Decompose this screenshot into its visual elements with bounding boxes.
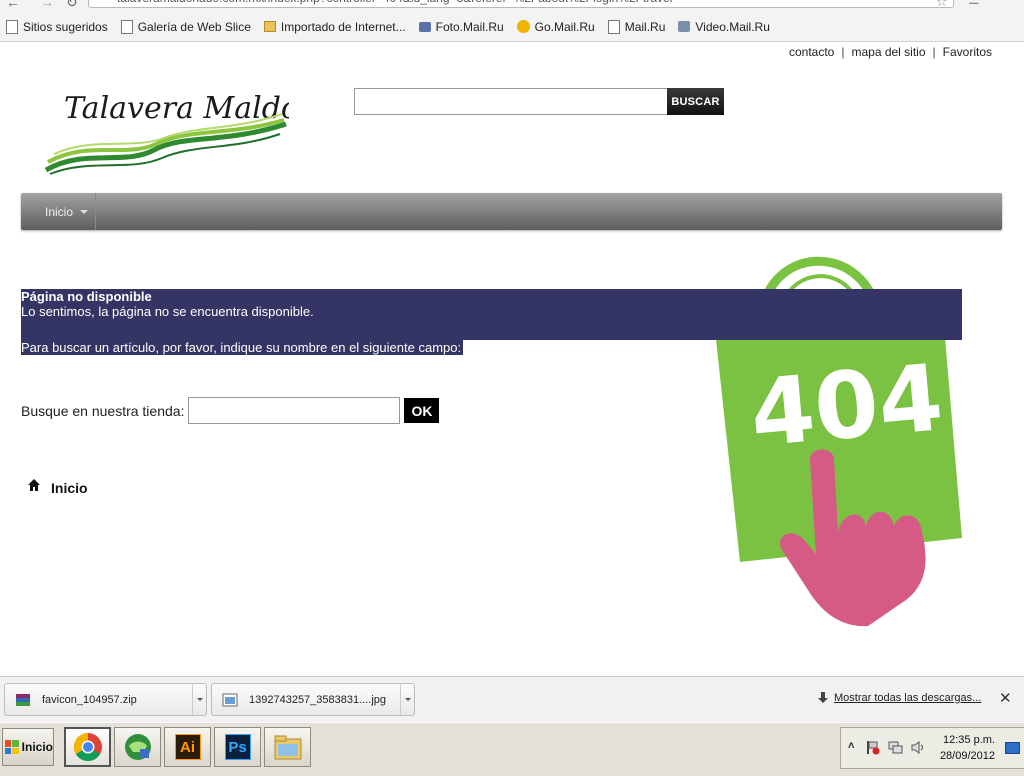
bookmark-label: Galería de Web Slice bbox=[137, 19, 251, 34]
video-icon bbox=[678, 21, 691, 32]
taskbar-network[interactable] bbox=[114, 727, 161, 767]
show-all-downloads[interactable]: Mostrar todas las descargas... bbox=[818, 692, 981, 704]
photoshop-icon: Ps bbox=[224, 734, 251, 760]
error-message: Lo sentimos, la página no se encuentra d… bbox=[21, 304, 314, 319]
search-instruction: Para buscar un artículo, por favor, indi… bbox=[21, 340, 464, 355]
clock-time: 12:35 p.m. bbox=[943, 734, 995, 746]
home-link-label: Inicio bbox=[51, 480, 88, 496]
address-bar[interactable]: talaveramaldonado.com.mx/index.php?contr… bbox=[88, 0, 954, 8]
taskbar-explorer[interactable] bbox=[264, 727, 311, 767]
home-link[interactable]: Inicio bbox=[28, 479, 88, 496]
volume-icon[interactable] bbox=[911, 740, 926, 755]
bookmark-go-mail[interactable]: Go.Mail.Ru bbox=[516, 19, 595, 34]
page-icon bbox=[607, 19, 620, 34]
bookmark-foto-mail[interactable]: Foto.Mail.Ru bbox=[418, 19, 504, 34]
show-all-downloads-link[interactable]: Mostrar todas las descargas... bbox=[834, 692, 981, 704]
download-filename: 1392743257_3583831....jpg bbox=[249, 693, 387, 706]
nav-item-inicio[interactable]: Inicio bbox=[21, 193, 96, 230]
chevron-down-icon[interactable] bbox=[400, 684, 414, 715]
store-search-label: Busque en nuestra tienda: bbox=[21, 402, 185, 419]
explorer-icon bbox=[274, 735, 301, 760]
bookmarks-bar: Sitios sugeridos Galería de Web Slice Im… bbox=[0, 12, 1024, 42]
home-icon bbox=[28, 479, 40, 491]
system-tray: ˄ 12:35 p.m. 28/09/2012 bbox=[840, 727, 1024, 769]
header-search: BUSCAR bbox=[354, 88, 724, 115]
taskbar-photoshop[interactable]: Ps bbox=[214, 727, 261, 767]
caret-down-icon bbox=[80, 209, 89, 214]
separator: | bbox=[932, 45, 936, 59]
search-button[interactable]: BUSCAR bbox=[667, 88, 724, 115]
image-file-icon bbox=[222, 693, 238, 706]
link-favoritos[interactable]: Favoritos bbox=[943, 45, 992, 59]
download-item-zip[interactable]: favicon_104957.zip bbox=[4, 683, 207, 716]
taskbar: Inicio Ai Ps ˄ 12:35 p.m. 28/09/2012 bbox=[0, 722, 1024, 776]
bookmark-sitios-sugeridos[interactable]: Sitios sugeridos bbox=[6, 19, 108, 34]
store-search-input[interactable] bbox=[188, 397, 401, 424]
archive-icon bbox=[16, 693, 30, 706]
error-notice: Página no disponible Lo sentimos, la pág… bbox=[21, 289, 962, 355]
header-links: contacto | mapa del sitio | Favoritos bbox=[789, 45, 992, 59]
clock-date: 28/09/2012 bbox=[939, 750, 995, 762]
site-logo[interactable]: Talavera Maldonado” s bbox=[44, 78, 414, 178]
main-nav: Inicio bbox=[21, 193, 1002, 230]
ok-button[interactable]: OK bbox=[404, 398, 440, 423]
network-status-icon[interactable] bbox=[888, 740, 903, 755]
close-icon[interactable]: ✕ bbox=[999, 689, 1012, 707]
link-contacto[interactable]: contacto bbox=[789, 45, 834, 59]
start-button[interactable]: Inicio bbox=[2, 728, 54, 766]
show-desktop-icon[interactable] bbox=[1005, 742, 1020, 754]
illustrator-icon: Ai bbox=[174, 734, 201, 760]
download-item-jpg[interactable]: 1392743257_3583831....jpg bbox=[211, 683, 415, 716]
page-icon bbox=[120, 19, 133, 34]
link-mapa-del-sitio[interactable]: mapa del sitio bbox=[851, 45, 925, 59]
download-filename: favicon_104957.zip bbox=[42, 693, 137, 706]
bookmark-label: Importado de Internet... bbox=[280, 19, 406, 34]
forward-arrow-icon[interactable]: → bbox=[40, 0, 54, 10]
chrome-icon bbox=[73, 733, 102, 761]
tray-expand-icon[interactable]: ˄ bbox=[848, 740, 854, 752]
system-clock[interactable]: 12:35 p.m. 28/09/2012 bbox=[937, 732, 995, 764]
store-search-form: Busque en nuestra tienda: OK bbox=[21, 397, 440, 424]
logo-graphic: Talavera Maldonado” s bbox=[44, 91, 414, 175]
nav-item-label: Inicio bbox=[45, 204, 74, 219]
back-arrow-icon[interactable]: ← bbox=[6, 0, 20, 10]
search-input[interactable] bbox=[354, 88, 667, 115]
action-center-flag-icon[interactable] bbox=[865, 740, 880, 755]
bookmark-mail-ru[interactable]: Mail.Ru bbox=[607, 19, 666, 34]
bookmark-label: Video.Mail.Ru bbox=[695, 19, 770, 34]
bookmark-video-mail[interactable]: Video.Mail.Ru bbox=[678, 19, 770, 34]
menu-icon[interactable]: ☰ bbox=[968, 0, 980, 8]
chevron-down-icon[interactable] bbox=[192, 684, 206, 715]
network-icon bbox=[124, 734, 151, 760]
start-label: Inicio bbox=[21, 740, 53, 754]
taskbar-illustrator[interactable]: Ai bbox=[164, 727, 211, 767]
bookmark-star-icon[interactable]: ☆ bbox=[936, 0, 948, 10]
bookmark-label: Mail.Ru bbox=[624, 19, 666, 34]
taskbar-chrome[interactable] bbox=[64, 727, 111, 767]
bookmark-label: Go.Mail.Ru bbox=[534, 19, 595, 34]
camera-icon bbox=[418, 21, 431, 32]
windows-logo-icon bbox=[5, 740, 19, 754]
bookmark-label: Sitios sugeridos bbox=[23, 19, 108, 34]
separator: | bbox=[841, 45, 845, 59]
bookmark-importado[interactable]: Importado de Internet... bbox=[263, 19, 406, 34]
download-shelf: favicon_104957.zip 1392743257_3583831...… bbox=[0, 676, 1024, 722]
page-icon bbox=[6, 19, 18, 34]
browser-toolbar: ← → ↻ talaveramaldonado.com.mx/index.php… bbox=[0, 0, 1024, 12]
reload-icon[interactable]: ↻ bbox=[66, 0, 78, 11]
bookmark-galeria-web-slice[interactable]: Galería de Web Slice bbox=[120, 19, 251, 34]
go-icon bbox=[516, 20, 530, 33]
download-arrow-icon bbox=[818, 692, 828, 703]
error-code-text: 404 bbox=[746, 344, 947, 467]
error-title: Página no disponible bbox=[21, 289, 152, 304]
bookmark-label: Foto.Mail.Ru bbox=[435, 19, 504, 34]
folder-icon bbox=[263, 21, 276, 32]
